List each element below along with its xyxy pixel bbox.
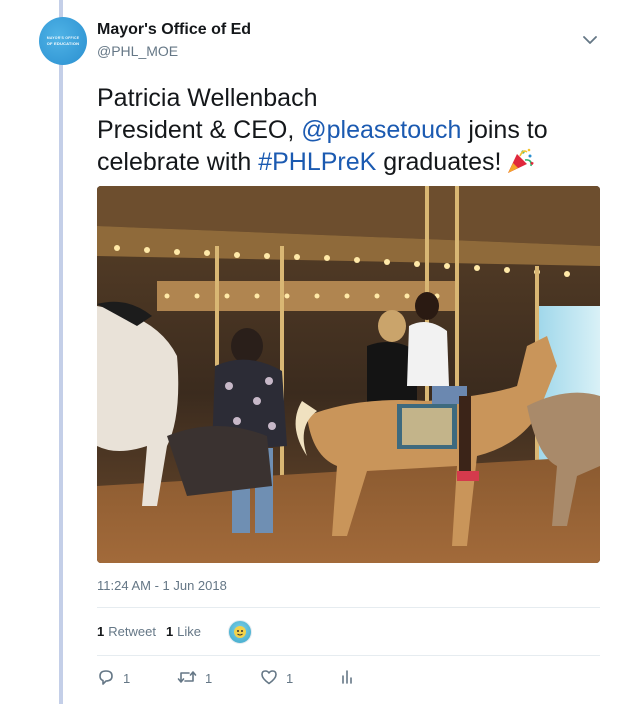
avatar-text-line2: OF EDUCATION [46, 41, 80, 46]
avatar-text-line1: MAYOR'S OFFICE [46, 36, 80, 40]
author-name[interactable]: Mayor's Office of Ed [97, 21, 251, 39]
author-handle[interactable]: @PHL_MOE [97, 43, 178, 59]
party-popper-icon [505, 146, 535, 176]
mention-link[interactable]: @pleasetouch [301, 116, 461, 144]
thread-line [59, 0, 63, 704]
tweet-line-3-prefix: celebrate with [97, 148, 259, 176]
likes-count: 1 [165, 623, 174, 639]
like-count: 1 [286, 670, 294, 686]
heart-icon[interactable] [260, 668, 278, 689]
retweet-action[interactable]: 1 [177, 668, 260, 689]
retweet-count: 1 [205, 670, 213, 686]
divider-bottom [97, 655, 600, 656]
engagement-stats: 1 Retweet 1 Like [97, 623, 201, 639]
reply-action[interactable]: 1 [97, 668, 177, 689]
tweet-timestamp[interactable]: 11:24 AM - 1 Jun 2018 [97, 578, 227, 593]
tweet-line-3: celebrate with #PHLPreK graduates! [97, 146, 607, 178]
tweet-photo[interactable] [97, 186, 600, 563]
chevron-down-icon[interactable] [582, 32, 598, 48]
like-action[interactable]: 1 [260, 668, 340, 689]
analytics-action[interactable] [340, 668, 354, 689]
author-avatar[interactable]: MAYOR'S OFFICE OF EDUCATION [39, 17, 87, 65]
likes-label[interactable]: Like [177, 624, 201, 639]
tweet-text: Patricia Wellenbach President & CEO, @pl… [97, 82, 607, 178]
tweet-line-2: President & CEO, @pleasetouch joins to [97, 114, 607, 146]
hashtag-link[interactable]: #PHLPreK [258, 148, 376, 176]
analytics-icon[interactable] [340, 668, 354, 689]
tweet-line-1: Patricia Wellenbach [97, 84, 318, 112]
reply-count: 1 [123, 670, 131, 686]
liker-avatar[interactable] [228, 620, 252, 644]
divider-top [97, 607, 600, 608]
reply-icon[interactable] [97, 668, 115, 689]
retweet-icon[interactable] [177, 668, 197, 689]
retweets-label[interactable]: Retweet [108, 624, 156, 639]
tweet-line-2-prefix: President & CEO, [97, 116, 302, 144]
tweet-line-3-suffix: graduates! [376, 148, 502, 176]
carousel-photo-illustration [97, 186, 600, 563]
tweet-line-2-suffix: joins to [461, 116, 548, 144]
tweet-actions: 1 1 1 [97, 668, 354, 688]
retweets-count: 1 [97, 623, 105, 639]
